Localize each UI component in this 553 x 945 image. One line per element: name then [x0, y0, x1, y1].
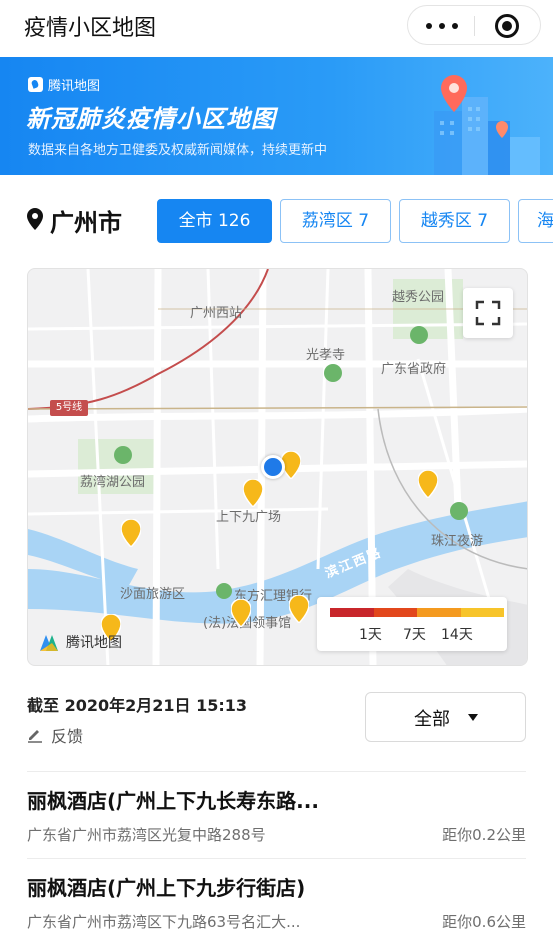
poi-yuexiu-park[interactable]: 越秀公园 — [392, 286, 444, 305]
poi-liwan-lake-park[interactable]: 荔湾湖公园 — [80, 471, 145, 490]
case-marker[interactable] — [231, 599, 251, 627]
poi-guangxiao-temple[interactable]: 光孝寺 — [306, 344, 345, 363]
banner-headline: 新冠肺炎疫情小区地图 — [26, 105, 276, 133]
title-bar: 疫情小区地图 — [0, 0, 553, 52]
epidemic-map[interactable]: 5号线 广州西站 越秀公园 光孝寺 广东省政府 荔湾湖公园 上下九广场 珠江夜游… — [27, 268, 528, 666]
fullscreen-icon — [475, 300, 501, 326]
legend-label-1day: 1天 — [359, 627, 382, 643]
current-location-dot — [261, 455, 285, 479]
feedback-link[interactable]: 反馈 — [27, 724, 83, 746]
app-title: 疫情小区地图 — [24, 16, 157, 41]
data-timestamp: 截至 2020年2月21日 15:13 — [27, 696, 248, 715]
city-name[interactable]: 广州市 — [50, 203, 122, 238]
city-selector-row: 广州市 全市 126 荔湾区 7 越秀区 7 海 — [0, 196, 553, 246]
tab-all-city[interactable]: 全市 126 — [157, 199, 272, 243]
capsule-divider — [474, 16, 475, 36]
header-banner: 腾讯地图 新冠肺炎疫情小区地图 数据来自各地方卫健委及权威新闻媒体，持续更新中 — [0, 57, 553, 175]
tab-liwan[interactable]: 荔湾区 7 — [280, 199, 391, 243]
poi-pearl-river-night-cruise[interactable]: 珠江夜游 — [431, 530, 483, 549]
close-target-icon[interactable] — [495, 14, 519, 38]
place-distance: 距你0.6公里 — [442, 913, 526, 931]
pencil-icon — [28, 730, 42, 743]
filter-value: 全部 — [414, 709, 450, 730]
metro-line-tag: 5号线 — [50, 400, 88, 416]
legend-label-14days: 14天 — [441, 627, 473, 643]
caret-down-icon — [468, 714, 478, 721]
fullscreen-button[interactable] — [463, 288, 513, 338]
map-attribution: 腾讯地图 — [38, 629, 122, 655]
divider — [27, 771, 526, 772]
brand-logo: 腾讯地图 — [28, 75, 101, 94]
case-marker[interactable] — [243, 479, 263, 507]
case-marker[interactable] — [289, 595, 309, 623]
legend-color-bar — [330, 608, 504, 617]
tab-yuexiu[interactable]: 越秀区 7 — [399, 199, 510, 243]
tab-haizhu[interactable]: 海 — [518, 199, 553, 243]
place-name: 丽枫酒店(广州上下九步行街店) — [27, 876, 306, 900]
city-buildings-illustration-icon — [434, 75, 540, 175]
recency-legend: 1天 7天 14天 — [317, 597, 507, 651]
poi-provincial-government[interactable]: 广东省政府 — [381, 358, 446, 377]
more-icon[interactable] — [426, 23, 458, 29]
list-item[interactable]: 丽枫酒店(广州上下九长寿东路... 广东省广州市荔湾区光复中路288号 距你0.… — [0, 773, 553, 859]
district-filter-dropdown[interactable]: 全部 — [365, 692, 526, 742]
banner-subline: 数据来自各地方卫健委及权威新闻媒体，持续更新中 — [28, 143, 328, 158]
place-name: 丽枫酒店(广州上下九长寿东路... — [27, 789, 319, 813]
case-marker[interactable] — [418, 470, 438, 498]
poi-shamian[interactable]: 沙面旅游区 — [120, 583, 185, 602]
place-distance: 距你0.2公里 — [442, 826, 526, 844]
feedback-label: 反馈 — [51, 727, 84, 746]
brand-name: 腾讯地图 — [48, 78, 101, 94]
legend-label-7days: 7天 — [403, 627, 426, 643]
divider — [27, 858, 526, 859]
poi-shangxiajiu-square[interactable]: 上下九广场 — [216, 506, 281, 525]
case-marker[interactable] — [121, 519, 141, 547]
list-item[interactable]: 丽枫酒店(广州上下九步行街店) 广东省广州市荔湾区下九路63号名汇大... 距你… — [0, 860, 553, 945]
mini-program-capsule — [407, 5, 541, 45]
place-address: 广东省广州市荔湾区光复中路288号 — [27, 826, 266, 844]
tencent-map-logo-icon — [40, 635, 58, 651]
map-logo-text: 腾讯地图 — [66, 635, 122, 651]
tencent-map-logo-icon — [28, 76, 43, 92]
location-pin-icon — [27, 208, 43, 230]
poi-guangzhou-west-station[interactable]: 广州西站 — [190, 302, 242, 321]
place-address: 广东省广州市荔湾区下九路63号名汇大... — [27, 913, 301, 931]
